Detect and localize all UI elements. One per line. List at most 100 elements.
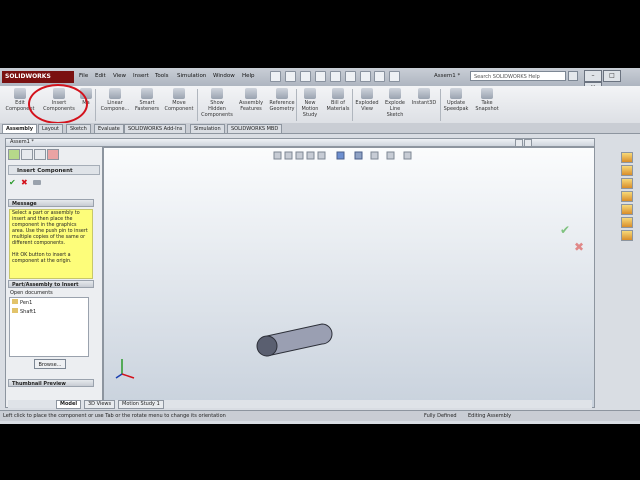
explode-line-sketch-button[interactable]: Explode Line Sketch [381, 88, 409, 118]
explode-line-icon [389, 88, 401, 99]
appearances-icon[interactable] [621, 217, 633, 228]
solidworks-window: SOLIDWORKS File Edit View Insert Tools S… [0, 68, 640, 424]
reference-geometry-icon [276, 88, 288, 99]
triad-x-axis [121, 373, 135, 379]
confirm-cancel-icon[interactable]: ✖ [574, 240, 584, 254]
dynamic-annotation-icon[interactable] [317, 151, 326, 160]
tab-motion-study[interactable]: Motion Study 1 [118, 400, 164, 409]
menu-insert[interactable]: Insert [133, 73, 149, 79]
shaft-component[interactable] [256, 323, 333, 357]
tab-3d-views[interactable]: 3D Views [84, 400, 116, 409]
linear-component-pattern-button[interactable]: Linear Compone... [99, 88, 131, 112]
search-icon[interactable] [621, 191, 633, 202]
search-input[interactable]: Search SOLIDWORKS Help [470, 71, 566, 81]
bill-of-materials-label: Bill of Materials [326, 100, 350, 112]
reference-geometry-button[interactable]: Reference Geometry [266, 88, 298, 112]
file-explorer-icon[interactable] [621, 178, 633, 189]
show-hidden-components-button[interactable]: Show Hidden Components [199, 88, 235, 118]
zoom-to-fit-icon[interactable] [273, 151, 282, 160]
options-icon[interactable] [389, 71, 401, 82]
menu-view[interactable]: View [113, 73, 126, 79]
doc-minimize-icon[interactable] [515, 139, 523, 147]
ribbon-separator [197, 89, 198, 121]
update-speedpak-button[interactable]: Update Speedpak [442, 88, 470, 112]
zoom-to-area-icon[interactable] [284, 151, 293, 160]
menu-simulation[interactable]: Simulation [177, 73, 206, 79]
menu-edit[interactable]: Edit [95, 73, 106, 79]
solidworks-resources-icon[interactable] [621, 152, 633, 163]
close-icon[interactable]: ✖ [21, 178, 28, 187]
instant3d-button[interactable]: Instant3D [409, 88, 439, 106]
motion-study-icon [304, 88, 316, 99]
tab-sketch[interactable]: Sketch [66, 124, 91, 133]
menu-window[interactable]: Window [213, 73, 235, 79]
pushpin-icon[interactable] [33, 180, 41, 185]
hide-show-items-icon[interactable] [370, 151, 379, 160]
move-component-button[interactable]: Move Component [162, 88, 196, 112]
thumbnail-preview-header[interactable]: Thumbnail Preview [8, 379, 94, 387]
menu-help[interactable]: Help [242, 73, 255, 79]
select-icon[interactable] [344, 71, 356, 82]
edit-appearance-icon[interactable] [386, 151, 395, 160]
message-group-header[interactable]: Message [8, 199, 94, 207]
save-icon[interactable] [299, 71, 311, 82]
property-manager-tab-icon[interactable] [21, 149, 33, 160]
confirm-check-icon[interactable]: ✔ [560, 223, 570, 237]
smart-fasteners-button[interactable]: Smart Fasteners [132, 88, 162, 112]
apply-scene-icon[interactable] [403, 151, 412, 160]
section-view-icon[interactable] [306, 151, 315, 160]
part-to-insert-group-header[interactable]: Part/Assembly to Insert [8, 280, 94, 288]
assembly-features-button[interactable]: Assembly Features [236, 88, 266, 112]
tab-mbd[interactable]: SOLIDWORKS MBD [227, 124, 283, 133]
menu-tools[interactable]: Tools [155, 73, 169, 79]
menu-file[interactable]: File [79, 73, 88, 79]
property-manager-title: Insert Component [8, 165, 100, 175]
doc-restore-icon[interactable] [524, 139, 532, 147]
tab-model[interactable]: Model [56, 400, 82, 409]
file-properties-icon[interactable] [374, 71, 386, 82]
new-motion-study-button[interactable]: New Motion Study [298, 88, 322, 118]
display-style-icon[interactable] [354, 151, 363, 160]
tab-layout[interactable]: Layout [38, 124, 63, 133]
list-item[interactable]: Shaft1 [10, 307, 88, 316]
instant3d-label: Instant3D [411, 100, 437, 106]
smart-fasteners-icon [141, 88, 153, 99]
ribbon-separator [296, 89, 297, 121]
tab-assembly[interactable]: Assembly [2, 124, 37, 133]
rebuild-icon[interactable] [359, 71, 371, 82]
list-item[interactable]: Pen1 [10, 298, 88, 307]
browse-button[interactable]: Browse... [34, 359, 66, 369]
graphics-area[interactable]: ✔ ✖ [103, 147, 595, 408]
open-icon[interactable] [284, 71, 296, 82]
new-icon[interactable] [270, 71, 281, 82]
tab-addins[interactable]: SOLIDWORKS Add-Ins [124, 124, 187, 133]
tab-simulation[interactable]: Simulation [190, 124, 225, 133]
part-icon [12, 299, 18, 304]
custom-properties-icon[interactable] [621, 230, 633, 241]
heads-up-view-toolbar [273, 151, 412, 160]
reference-geometry-label: Reference Geometry [269, 100, 295, 112]
check-icon[interactable]: ✔ [9, 178, 16, 187]
take-snapshot-label: Take Snapshot [475, 100, 499, 112]
print-icon[interactable] [314, 71, 326, 82]
previous-view-icon[interactable] [295, 151, 304, 160]
view-palette-icon[interactable] [621, 204, 633, 215]
display-manager-tab-icon[interactable] [47, 149, 59, 160]
tab-evaluate[interactable]: Evaluate [94, 124, 124, 133]
document-title: Assem1 * [434, 73, 461, 79]
window-controls: –□✕ [584, 70, 638, 94]
design-library-icon[interactable] [621, 165, 633, 176]
show-hidden-icon [211, 88, 223, 99]
open-documents-list[interactable]: Pen1 Shaft1 [9, 297, 89, 357]
bom-icon [332, 88, 344, 99]
configuration-manager-tab-icon[interactable] [34, 149, 46, 160]
exploded-view-button[interactable]: Exploded View [354, 88, 380, 112]
undo-icon[interactable] [329, 71, 341, 82]
feature-tree-tab-icon[interactable] [8, 149, 20, 160]
view-orientation-icon[interactable] [336, 151, 345, 160]
bill-of-materials-button[interactable]: Bill of Materials [324, 88, 352, 112]
take-snapshot-button[interactable]: Take Snapshot [472, 88, 502, 112]
minimize-icon[interactable]: – [584, 70, 602, 82]
help-icon[interactable] [568, 71, 578, 81]
maximize-icon[interactable]: □ [603, 70, 621, 82]
